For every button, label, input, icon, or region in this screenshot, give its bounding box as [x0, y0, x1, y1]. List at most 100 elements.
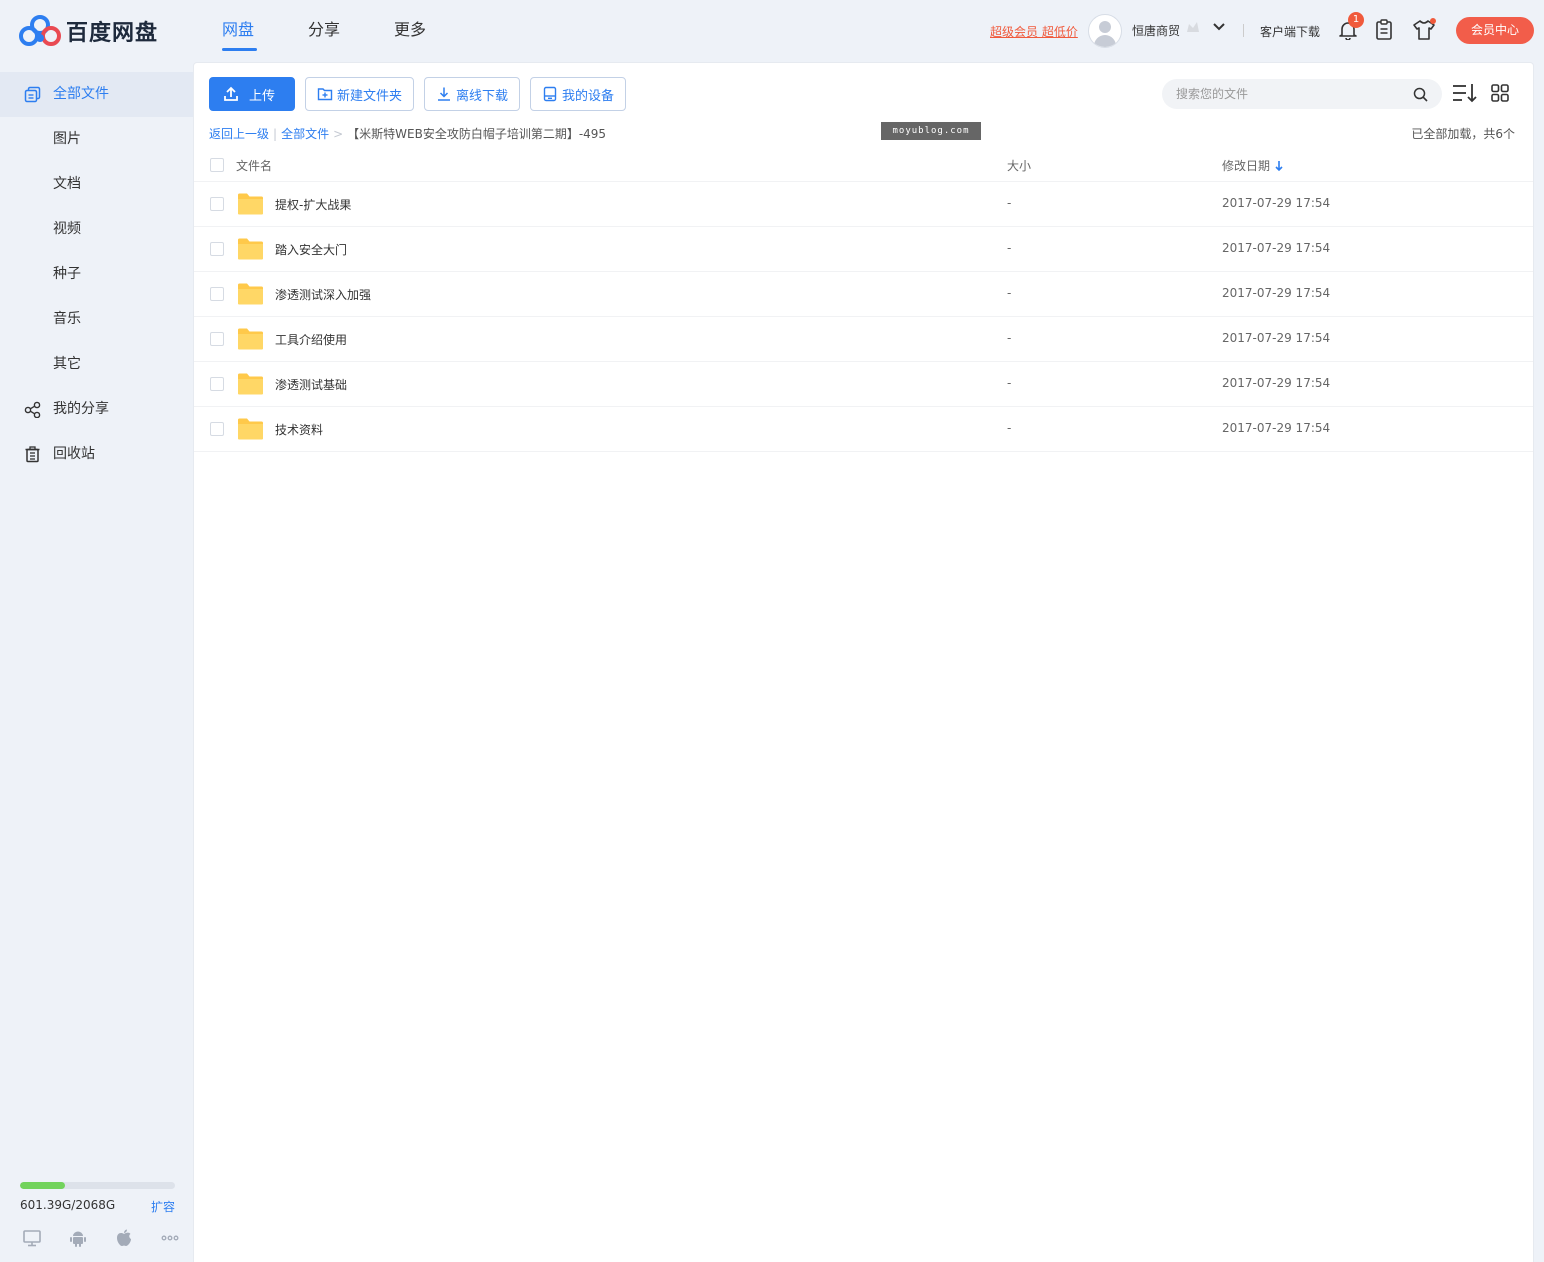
table-row[interactable]: 踏入安全大门 - 2017-07-29 17:54 [194, 227, 1533, 272]
sort-icon[interactable] [1452, 82, 1478, 104]
sidebar-item-videos[interactable]: 视频 [0, 207, 193, 252]
table-row[interactable]: 提权-扩大战果 - 2017-07-29 17:54 [194, 182, 1533, 227]
sidebar-item-images[interactable]: 图片 [0, 117, 193, 162]
apple-icon[interactable] [114, 1228, 134, 1248]
username[interactable]: 恒唐商贸 [1132, 22, 1180, 39]
loaded-count: 已全部加载，共6个 [1411, 127, 1515, 141]
folder-icon [238, 418, 263, 440]
skin-new-dot [1430, 18, 1436, 24]
desktop-icon[interactable] [22, 1228, 42, 1248]
upload-icon [224, 86, 238, 101]
search-icon[interactable] [1413, 87, 1428, 102]
column-header-name[interactable]: 文件名 [236, 157, 272, 174]
breadcrumb-root-link[interactable]: 全部文件 [281, 125, 329, 142]
logo-text: 百度网盘 [66, 21, 159, 46]
sidebar-item-torrents[interactable]: 种子 [0, 252, 193, 297]
logo[interactable]: 百度网盘 [18, 14, 158, 48]
table-row[interactable]: 工具介绍使用 - 2017-07-29 17:54 [194, 317, 1533, 362]
avatar[interactable] [1088, 14, 1122, 48]
file-name[interactable]: 技术资料 [275, 421, 323, 438]
client-download-link[interactable]: 客户端下载 [1260, 23, 1320, 40]
share-icon [24, 401, 41, 418]
notification-badge: 1 [1348, 12, 1364, 28]
device-downloads [22, 1228, 180, 1248]
file-size: - [1007, 331, 1012, 345]
row-checkbox[interactable] [210, 422, 224, 436]
table-row[interactable]: 技术资料 - 2017-07-29 17:54 [194, 407, 1533, 452]
folder-icon [238, 328, 263, 350]
expand-storage-link[interactable]: 扩容 [151, 1198, 175, 1215]
file-name[interactable]: 提权-扩大战果 [275, 196, 351, 213]
my-devices-button[interactable]: 我的设备 [530, 77, 627, 111]
search-input[interactable] [1176, 79, 1406, 109]
table-row[interactable]: 渗透测试深入加强 - 2017-07-29 17:54 [194, 272, 1533, 317]
sidebar-item-others[interactable]: 其它 [0, 342, 193, 387]
column-header-size[interactable]: 大小 [1007, 157, 1031, 174]
vip-level-icon [1187, 22, 1199, 32]
vip-center-button[interactable]: 会员中心 [1456, 17, 1534, 44]
file-name[interactable]: 工具介绍使用 [275, 331, 347, 348]
nav-tab-netdisk[interactable]: 网盘 [222, 0, 308, 62]
nav-tab-share[interactable]: 分享 [308, 0, 394, 62]
sidebar-item-music[interactable]: 音乐 [0, 297, 193, 342]
sidebar-item-label: 视频 [53, 221, 81, 237]
folder-icon [238, 283, 263, 305]
file-size: - [1007, 196, 1012, 210]
download-icon [438, 87, 451, 101]
toolbar: 上传 新建文件夹 离线下载 我的设备 [209, 77, 627, 111]
storage-progress-fill [20, 1182, 65, 1189]
android-icon[interactable] [68, 1228, 88, 1248]
file-size: - [1007, 241, 1012, 255]
breadcrumb-divider: | [273, 126, 278, 141]
sidebar-item-all-files[interactable]: 全部文件 [0, 72, 193, 117]
file-date: 2017-07-29 17:54 [1222, 196, 1331, 210]
new-folder-button[interactable]: 新建文件夹 [305, 77, 415, 111]
new-folder-icon [317, 88, 333, 101]
file-size: - [1007, 376, 1012, 390]
folder-icon [238, 373, 263, 395]
file-name[interactable]: 渗透测试深入加强 [275, 286, 371, 303]
breadcrumb-back-link[interactable]: 返回上一级 [209, 125, 269, 142]
row-checkbox[interactable] [210, 242, 224, 256]
sidebar-item-documents[interactable]: 文档 [0, 162, 193, 207]
grid-view-icon[interactable] [1490, 83, 1510, 103]
table-row[interactable]: 渗透测试基础 - 2017-07-29 17:54 [194, 362, 1533, 407]
baidu-netdisk-logo-icon [19, 15, 61, 46]
row-checkbox[interactable] [210, 287, 224, 301]
clipboard-icon[interactable] [1374, 19, 1394, 41]
upload-label: 上传 [249, 88, 276, 104]
sidebar: 全部文件 图片 文档 视频 种子 音乐 其它 我的分享 回收站 601.39G/… [0, 72, 193, 1262]
offline-download-button[interactable]: 离线下载 [424, 77, 521, 111]
trash-icon [25, 446, 40, 463]
sidebar-item-label: 全部文件 [53, 86, 109, 102]
chevron-down-icon[interactable] [1212, 20, 1226, 34]
my-devices-label: 我的设备 [562, 88, 615, 104]
header-divider [1243, 24, 1244, 37]
sidebar-item-label: 其它 [53, 356, 81, 372]
row-checkbox[interactable] [210, 197, 224, 211]
column-header-date-label: 修改日期 [1222, 159, 1271, 173]
file-date: 2017-07-29 17:54 [1222, 421, 1331, 435]
select-all-checkbox[interactable] [210, 158, 224, 172]
storage-usage: 601.39G/2068G 扩容 [20, 1182, 175, 1215]
sidebar-item-label: 种子 [53, 266, 81, 282]
file-name[interactable]: 踏入安全大门 [275, 241, 347, 258]
row-checkbox[interactable] [210, 377, 224, 391]
folder-icon [238, 238, 263, 260]
sidebar-item-my-shares[interactable]: 我的分享 [0, 387, 193, 432]
file-name[interactable]: 渗透测试基础 [275, 376, 347, 393]
vip-promo-link[interactable]: 超级会员 超低价 [990, 23, 1078, 40]
column-header-date[interactable]: 修改日期 [1222, 157, 1284, 174]
device-icon [543, 86, 557, 102]
file-date: 2017-07-29 17:54 [1222, 376, 1331, 390]
sidebar-item-recycle-bin[interactable]: 回收站 [0, 432, 193, 477]
more-dots-icon[interactable] [160, 1228, 180, 1248]
row-checkbox[interactable] [210, 332, 224, 346]
breadcrumb: 返回上一级 | 全部文件 > 【米斯特WEB安全攻防白帽子培训第二期】-495 [209, 125, 606, 142]
upload-button[interactable]: 上传 [209, 77, 295, 111]
file-size: - [1007, 421, 1012, 435]
nav-tab-more[interactable]: 更多 [394, 0, 480, 62]
sidebar-item-label: 我的分享 [53, 401, 109, 417]
table-header: 文件名 大小 修改日期 [194, 149, 1533, 182]
storage-text: 601.39G/2068G [20, 1198, 116, 1212]
